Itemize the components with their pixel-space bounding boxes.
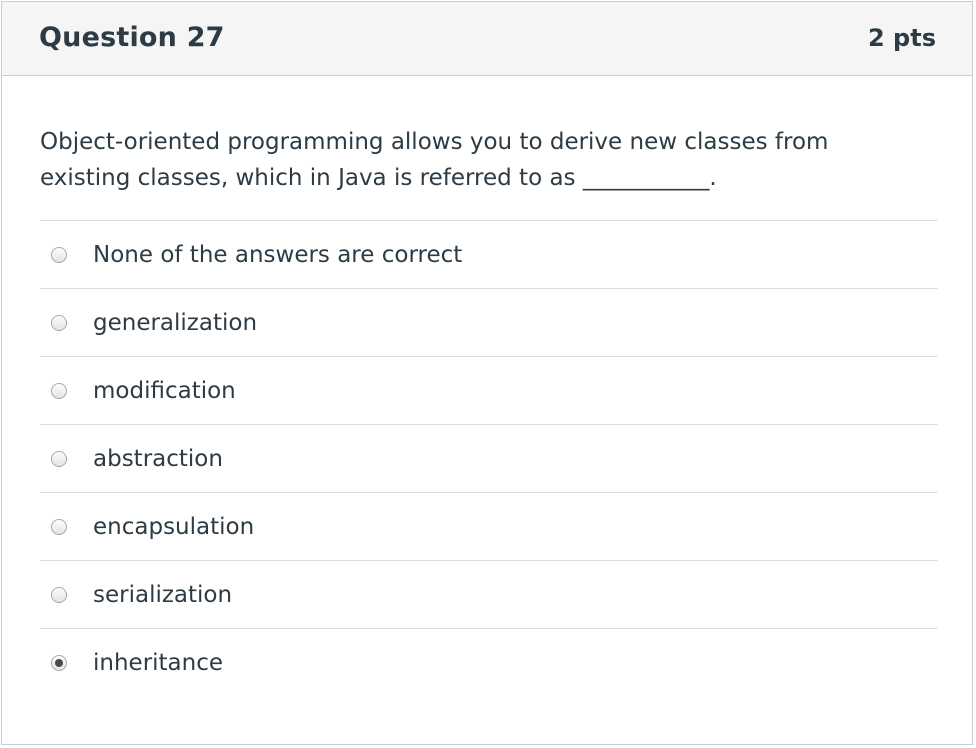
answer-option[interactable]: abstraction bbox=[40, 425, 938, 493]
answer-label: generalization bbox=[93, 309, 258, 336]
radio-button[interactable] bbox=[51, 382, 67, 399]
radio-button[interactable] bbox=[51, 314, 67, 331]
answer-label: modification bbox=[93, 377, 236, 404]
answer-option[interactable]: serialization bbox=[40, 561, 938, 629]
answer-label: abstraction bbox=[93, 445, 223, 472]
radio-button[interactable] bbox=[51, 586, 67, 603]
answer-option[interactable]: modification bbox=[40, 357, 938, 425]
answer-option[interactable]: None of the answers are correct bbox=[40, 221, 938, 289]
radio-button-selected[interactable] bbox=[51, 654, 67, 671]
question-points: 2 pts bbox=[868, 24, 936, 52]
answer-list: None of the answers are correct generali… bbox=[40, 220, 938, 696]
question-title: Question 27 bbox=[39, 22, 225, 53]
answer-option[interactable]: inheritance bbox=[40, 629, 938, 696]
question-text: Object-oriented programming allows you t… bbox=[40, 129, 829, 191]
answer-label: None of the answers are correct bbox=[93, 241, 463, 268]
radio-button[interactable] bbox=[51, 246, 67, 263]
answer-label: encapsulation bbox=[93, 513, 255, 540]
radio-button[interactable] bbox=[51, 518, 67, 535]
answer-option[interactable]: generalization bbox=[40, 289, 938, 357]
question-body: Object-oriented programming allows you t… bbox=[2, 124, 972, 696]
question-card: Question 27 2 pts Object-oriented progra… bbox=[1, 1, 973, 745]
answer-label: inheritance bbox=[93, 649, 224, 676]
question-header: Question 27 2 pts bbox=[2, 2, 972, 76]
radio-button[interactable] bbox=[51, 450, 67, 467]
answer-label: serialization bbox=[93, 581, 233, 608]
answer-option[interactable]: encapsulation bbox=[40, 493, 938, 561]
